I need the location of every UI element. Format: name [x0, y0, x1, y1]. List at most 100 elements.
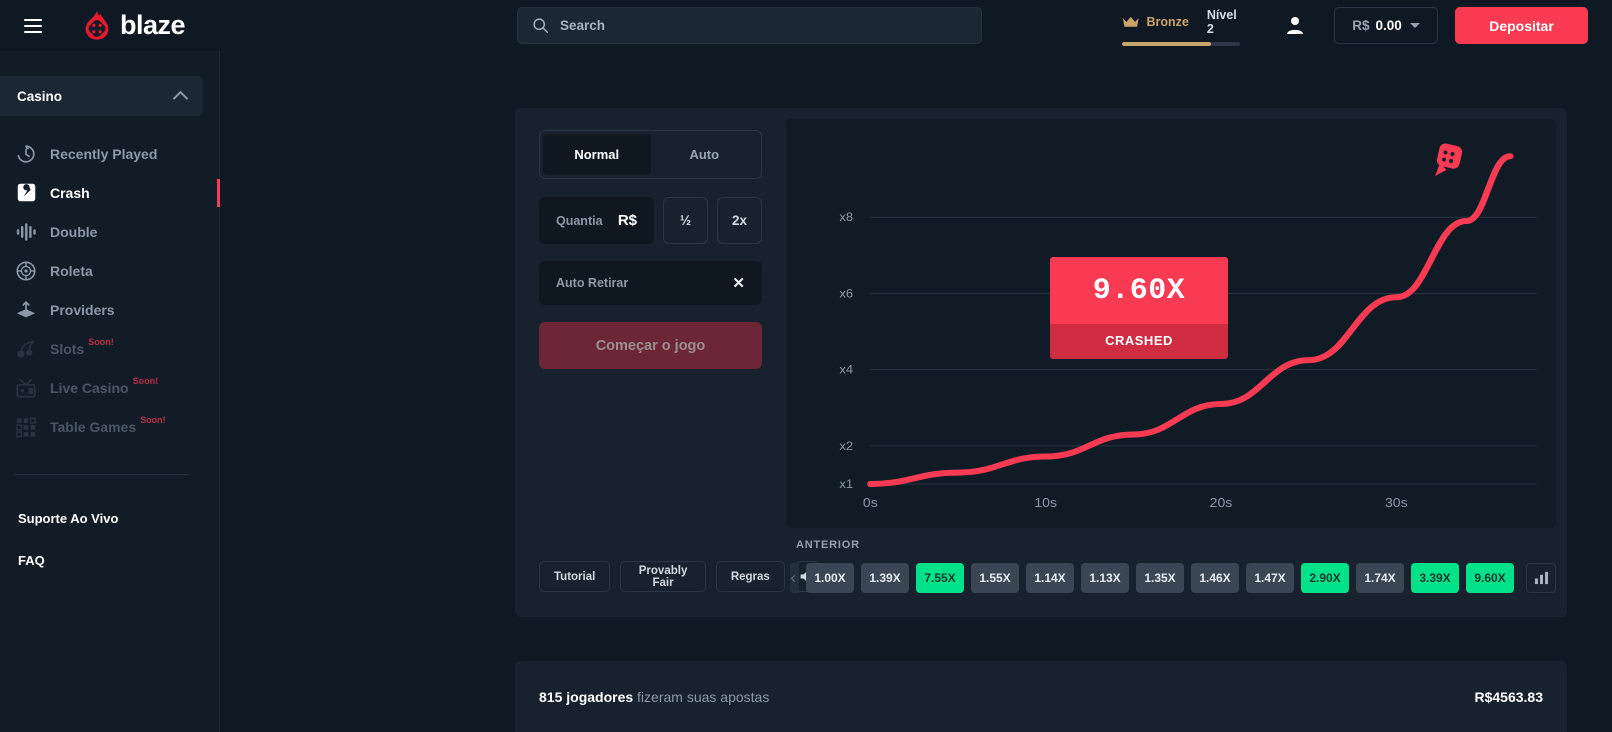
brand-logo[interactable]: blaze [80, 9, 185, 43]
sidebar-item-label: Slots [50, 341, 84, 357]
tab-normal[interactable]: Normal [543, 134, 651, 175]
sidebar-item-providers[interactable]: Providers [0, 290, 219, 329]
x-axis-tick: 30s [1385, 495, 1408, 509]
sidebar-divider [14, 474, 189, 475]
crash-status-area: CRASHED [1050, 324, 1228, 359]
history-chip[interactable]: 1.13X [1081, 563, 1129, 593]
search-input[interactable] [560, 18, 940, 33]
sidebar-item-table-games[interactable]: Table Games Soon! [0, 407, 219, 446]
wallet-button[interactable]: R$ 0.00 [1334, 7, 1438, 44]
history-chip[interactable]: 1.55X [971, 563, 1019, 593]
chevron-down-icon [1410, 23, 1420, 28]
players-total-amount: R$4563.83 [1474, 689, 1543, 705]
history-chip[interactable]: 3.39X [1411, 563, 1459, 593]
history-list: 1.00X1.39X7.55X1.55X1.14X1.13X1.35X1.46X… [786, 563, 1556, 593]
rules-button[interactable]: Regras [716, 561, 785, 592]
history-chip[interactable]: 1.39X [861, 563, 909, 593]
y-axis-tick: x1 [839, 477, 853, 490]
crash-status-label: CRASHED [1050, 333, 1228, 348]
user-icon[interactable] [1283, 13, 1307, 37]
history-chip[interactable]: 1.35X [1136, 563, 1184, 593]
history-chip[interactable]: 1.00X [806, 563, 854, 593]
history-chip[interactable]: 1.74X [1356, 563, 1404, 593]
brand-name: blaze [120, 10, 185, 41]
sidebar-item-label: Roleta [50, 263, 93, 279]
sidebar-item-label: Crash [50, 185, 90, 201]
table-games-icon [14, 415, 38, 439]
chevron-left-icon[interactable] [790, 563, 799, 593]
halve-amount-button[interactable]: ½ [663, 197, 708, 244]
roulette-chip-icon [14, 259, 38, 283]
sidebar-item-label: Double [50, 224, 97, 240]
crash-multiplier-area: 9.60X [1050, 257, 1228, 324]
y-axis-tick: x6 [839, 287, 853, 300]
search-icon [532, 17, 549, 34]
sidebar-item-slots[interactable]: Slots Soon! [0, 329, 219, 368]
crown-icon [1122, 15, 1140, 29]
history-chip[interactable]: 7.55X [916, 563, 964, 593]
sidebar-item-live-casino[interactable]: Live Casino Soon! [0, 368, 219, 407]
sidebar-item-double[interactable]: Double [0, 212, 219, 251]
sidebar-item-label: Providers [50, 302, 115, 318]
history-chip[interactable]: 1.47X [1246, 563, 1294, 593]
tutorial-button[interactable]: Tutorial [539, 561, 610, 592]
double-amount-button[interactable]: 2x [717, 197, 762, 244]
crash-rocket-tip-icon [1432, 143, 1464, 177]
hamburger-icon[interactable] [24, 19, 42, 33]
sidebar-nav: Recently Played Crash Double Roleta Provider… [0, 134, 219, 446]
history-chip[interactable]: 2.90X [1301, 563, 1349, 593]
players-count-text: 815 jogadores fizeram suas apostas [539, 689, 769, 705]
sidebar-item-recently-played[interactable]: Recently Played [0, 134, 219, 173]
provably-fair-button[interactable]: Provably Fair [620, 561, 706, 592]
rank-progress[interactable]: Bronze Nível 2 [1122, 8, 1244, 46]
history-title: ANTERIOR [786, 539, 1556, 551]
sidebar-item-label: Recently Played [50, 146, 157, 162]
players-summary-bar: 815 jogadores fizeram suas apostas R$456… [515, 661, 1567, 732]
history-chip[interactable]: 1.14X [1026, 563, 1074, 593]
auto-cashout-input[interactable]: Auto Retirar ✕ [539, 261, 762, 305]
wallet-amount: 0.00 [1375, 18, 1401, 33]
sidebar-section-casino[interactable]: Casino [0, 76, 203, 116]
sidebar-item-label: Live Casino [50, 380, 129, 396]
x-axis-tick: 20s [1210, 495, 1233, 509]
sidebar-link-faq[interactable]: FAQ [0, 553, 219, 568]
bet-mode-tabs: Normal Auto [539, 130, 762, 179]
sidebar-item-label: Table Games [50, 419, 136, 435]
double-bars-icon [14, 220, 38, 244]
players-suffix: fizeram suas apostas [637, 689, 769, 705]
app-header: blaze Bronze Nível 2 R$ 0.00 Depositar [0, 0, 1612, 51]
bet-panel-footer: Tutorial Provably Fair Regras [539, 561, 819, 592]
chart-side: x1x2x4x6x8 0s10s20s30s 9.60X [786, 108, 1567, 617]
tv-live-icon [14, 376, 38, 400]
soon-badge: Soon! [133, 376, 159, 386]
soon-badge: Soon! [140, 415, 166, 425]
rank-progress-bar [1122, 42, 1240, 46]
deposit-button[interactable]: Depositar [1455, 7, 1588, 44]
bar-chart-icon[interactable] [1526, 563, 1556, 593]
soon-badge: Soon! [88, 337, 114, 347]
amount-row: Quantia R$ ½ 2x [539, 197, 762, 244]
chevron-up-icon [173, 90, 189, 106]
history-chip[interactable]: 9.60X [1466, 563, 1514, 593]
sidebar-item-roleta[interactable]: Roleta [0, 251, 219, 290]
crash-rocket-icon [14, 181, 38, 205]
history-chip[interactable]: 1.46X [1191, 563, 1239, 593]
y-axis-tick: x4 [839, 363, 853, 376]
cherry-slots-icon [14, 337, 38, 361]
history-clock-icon [14, 142, 38, 166]
sidebar-section-label: Casino [17, 89, 62, 104]
close-x-icon[interactable]: ✕ [732, 276, 745, 291]
players-count: 815 jogadores [539, 689, 633, 705]
tab-auto[interactable]: Auto [651, 134, 759, 175]
amount-input[interactable]: Quantia R$ [539, 197, 654, 244]
sidebar-item-crash[interactable]: Crash [0, 173, 219, 212]
sidebar-link-support[interactable]: Suporte Ao Vivo [0, 511, 219, 526]
start-game-button[interactable]: Começar o jogo [539, 322, 762, 369]
rank-level: Nível 2 [1207, 8, 1244, 36]
auto-cashout-label: Auto Retirar [556, 276, 628, 290]
search-bar[interactable] [517, 7, 982, 44]
y-axis-tick: x8 [839, 211, 853, 224]
crash-chart: x1x2x4x6x8 0s10s20s30s 9.60X [786, 119, 1556, 528]
y-axis-tick: x2 [839, 439, 853, 452]
providers-layers-icon [14, 298, 38, 322]
